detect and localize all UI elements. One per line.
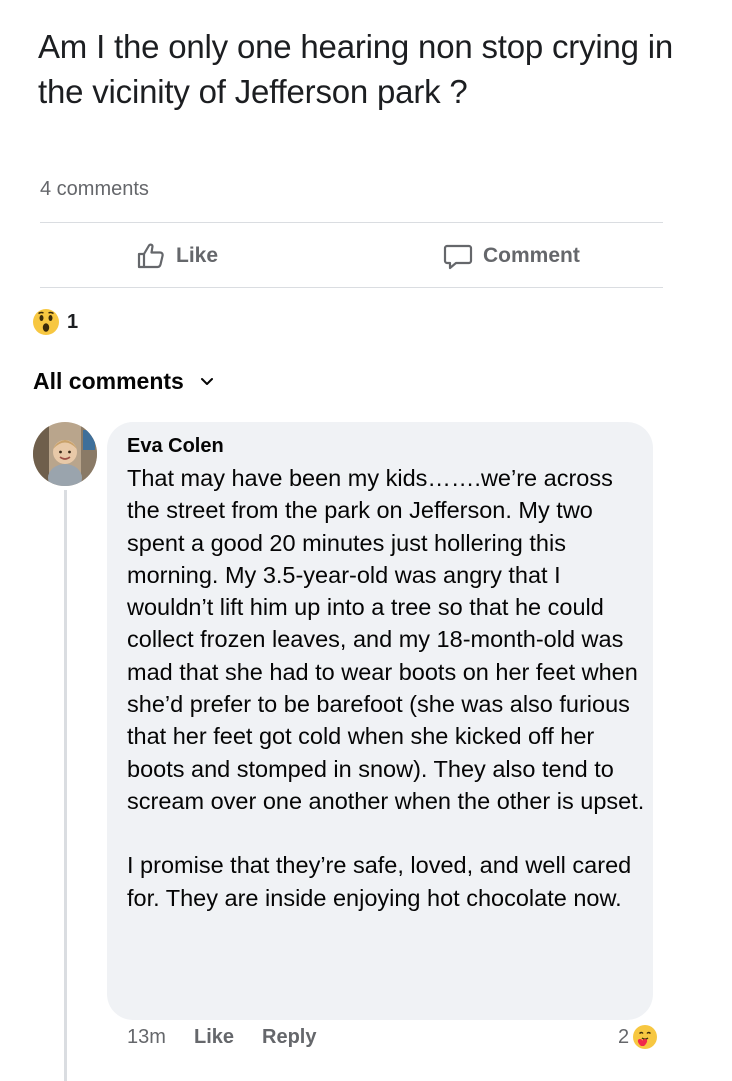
- comment-like-button[interactable]: Like: [194, 1026, 234, 1049]
- comment-count[interactable]: 4 comments: [40, 178, 149, 201]
- comment-bubble: Eva Colen That may have been my kids…….w…: [107, 422, 653, 1020]
- comment-body: That may have been my kids…….we’re acros…: [127, 462, 647, 914]
- comment-button[interactable]: Comment: [443, 236, 580, 276]
- all-comments-label: All comments: [33, 368, 184, 394]
- thread-line: [64, 490, 67, 1081]
- reaction-summary[interactable]: 1: [32, 308, 78, 336]
- comment-bubble-icon: [443, 244, 473, 270]
- comment-reply-button[interactable]: Reply: [262, 1026, 316, 1049]
- comment-label: Comment: [483, 244, 580, 267]
- comment-paragraph-2: I promise that they’re safe, loved, and …: [127, 852, 632, 911]
- divider-top: [40, 222, 663, 223]
- like-label: Like: [176, 244, 219, 267]
- care-emoji-icon: [633, 1025, 658, 1049]
- comment-paragraph-1: That may have been my kids…….we’re acros…: [127, 465, 645, 814]
- chevron-down-icon: [200, 377, 213, 385]
- like-button[interactable]: Like: [136, 236, 218, 276]
- avatar[interactable]: [33, 422, 97, 486]
- thumbs-up-icon: [137, 243, 164, 269]
- comment-timestamp[interactable]: 13m: [127, 1026, 166, 1049]
- comment-reaction-count[interactable]: 2: [618, 1024, 658, 1050]
- comment-reaction-number: 2: [618, 1025, 630, 1048]
- divider-bottom: [40, 287, 663, 288]
- all-comments-dropdown[interactable]: All comments: [33, 368, 214, 395]
- comment-author[interactable]: Eva Colen: [127, 435, 224, 458]
- post-text: Am I the only one hearing non stop cryin…: [38, 28, 674, 110]
- avatar-photo: [33, 422, 97, 486]
- reaction-total: 1: [67, 310, 79, 333]
- wow-emoji-icon: [33, 309, 59, 335]
